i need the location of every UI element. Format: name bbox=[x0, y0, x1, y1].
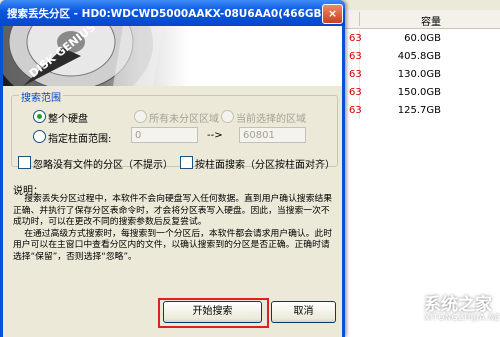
notes-text: 搜索丢失分区过程中，本软件不会向硬盘写入任何数据。直到用户确认搜索结果正确、并执… bbox=[13, 194, 333, 262]
dialog-title: 搜索丢失分区 - HD0:WDCWD5000AAKX-08U6AA0(466GB… bbox=[7, 8, 327, 20]
watermark-text: 系统之家 bbox=[424, 295, 492, 315]
watermark-logo-icon bbox=[396, 290, 422, 316]
row-capacity: 405.8GB bbox=[397, 51, 441, 62]
disk-genius-banner: DISK GENIUS bbox=[3, 26, 342, 86]
watermark-url: XITONGZHIJIA.NET bbox=[424, 313, 500, 322]
radio-current-selected[interactable] bbox=[221, 110, 234, 123]
table-row[interactable]: 63 125.7GB bbox=[341, 102, 500, 119]
table-row[interactable]: 63 60.0GB bbox=[341, 30, 500, 47]
capacity-column-header[interactable]: 容量 bbox=[371, 13, 441, 28]
row-number: 63 bbox=[349, 51, 362, 62]
unpartitioned-label[interactable]: 所有未分区区域 bbox=[149, 110, 219, 125]
ignore-no-files-checkbox[interactable] bbox=[18, 156, 31, 169]
row-number: 63 bbox=[349, 69, 362, 80]
close-icon: × bbox=[327, 7, 338, 20]
background-partition-table: 容量 63 60.0GB 63 405.8GB 63 130.0GB 63 15… bbox=[340, 10, 500, 337]
row-number: 63 bbox=[349, 87, 362, 98]
cylinder-range-label[interactable]: 指定柱面范围: bbox=[48, 130, 111, 145]
row-capacity: 125.7GB bbox=[397, 105, 441, 116]
close-button[interactable]: × bbox=[322, 4, 343, 24]
table-row[interactable]: 63 130.0GB bbox=[341, 66, 500, 83]
radio-cylinder-range[interactable] bbox=[33, 130, 46, 143]
row-number: 63 bbox=[349, 33, 362, 44]
row-number: 63 bbox=[349, 105, 362, 116]
table-header: 容量 bbox=[341, 10, 500, 29]
table-row[interactable]: 63 150.0GB bbox=[341, 84, 500, 101]
row-capacity: 60.0GB bbox=[404, 33, 441, 44]
table-row[interactable]: 63 405.8GB bbox=[341, 48, 500, 65]
radio-unpartitioned[interactable] bbox=[134, 110, 147, 123]
cylinder-to-input[interactable]: 60801 bbox=[239, 127, 306, 143]
current-selected-label[interactable]: 当前选择的区域 bbox=[236, 110, 306, 125]
search-range-legend: 搜索范围 bbox=[19, 89, 63, 104]
search-by-cylinder-label[interactable]: 按柱面搜索（分区按柱面对齐） bbox=[195, 156, 335, 171]
search-lost-partition-dialog: 搜索丢失分区 - HD0:WDCWD5000AAKX-08U6AA0(466GB… bbox=[0, 0, 345, 337]
dialog-client-area: DISK GENIUS 搜索范围 整个硬盘 所有未分区区域 当前选择的区域 指定… bbox=[3, 26, 342, 337]
radio-whole-disk[interactable] bbox=[33, 110, 46, 123]
range-arrow: --> bbox=[207, 130, 223, 141]
row-capacity: 150.0GB bbox=[397, 87, 441, 98]
hard-disk-icon: DISK GENIUS bbox=[3, 26, 163, 86]
ignore-no-files-label[interactable]: 忽略没有文件的分区（不提示） bbox=[33, 156, 173, 171]
start-search-button[interactable]: 开始搜索 bbox=[163, 301, 262, 323]
row-capacity: 130.0GB bbox=[397, 69, 441, 80]
whole-disk-label[interactable]: 整个硬盘 bbox=[48, 110, 88, 125]
column-separator bbox=[359, 12, 360, 26]
cancel-button[interactable]: 取消 bbox=[271, 301, 336, 323]
cylinder-from-input[interactable]: 0 bbox=[131, 127, 198, 143]
search-by-cylinder-checkbox[interactable] bbox=[180, 156, 193, 169]
dialog-title-bar[interactable]: 搜索丢失分区 - HD0:WDCWD5000AAKX-08U6AA0(466GB… bbox=[0, 0, 345, 26]
